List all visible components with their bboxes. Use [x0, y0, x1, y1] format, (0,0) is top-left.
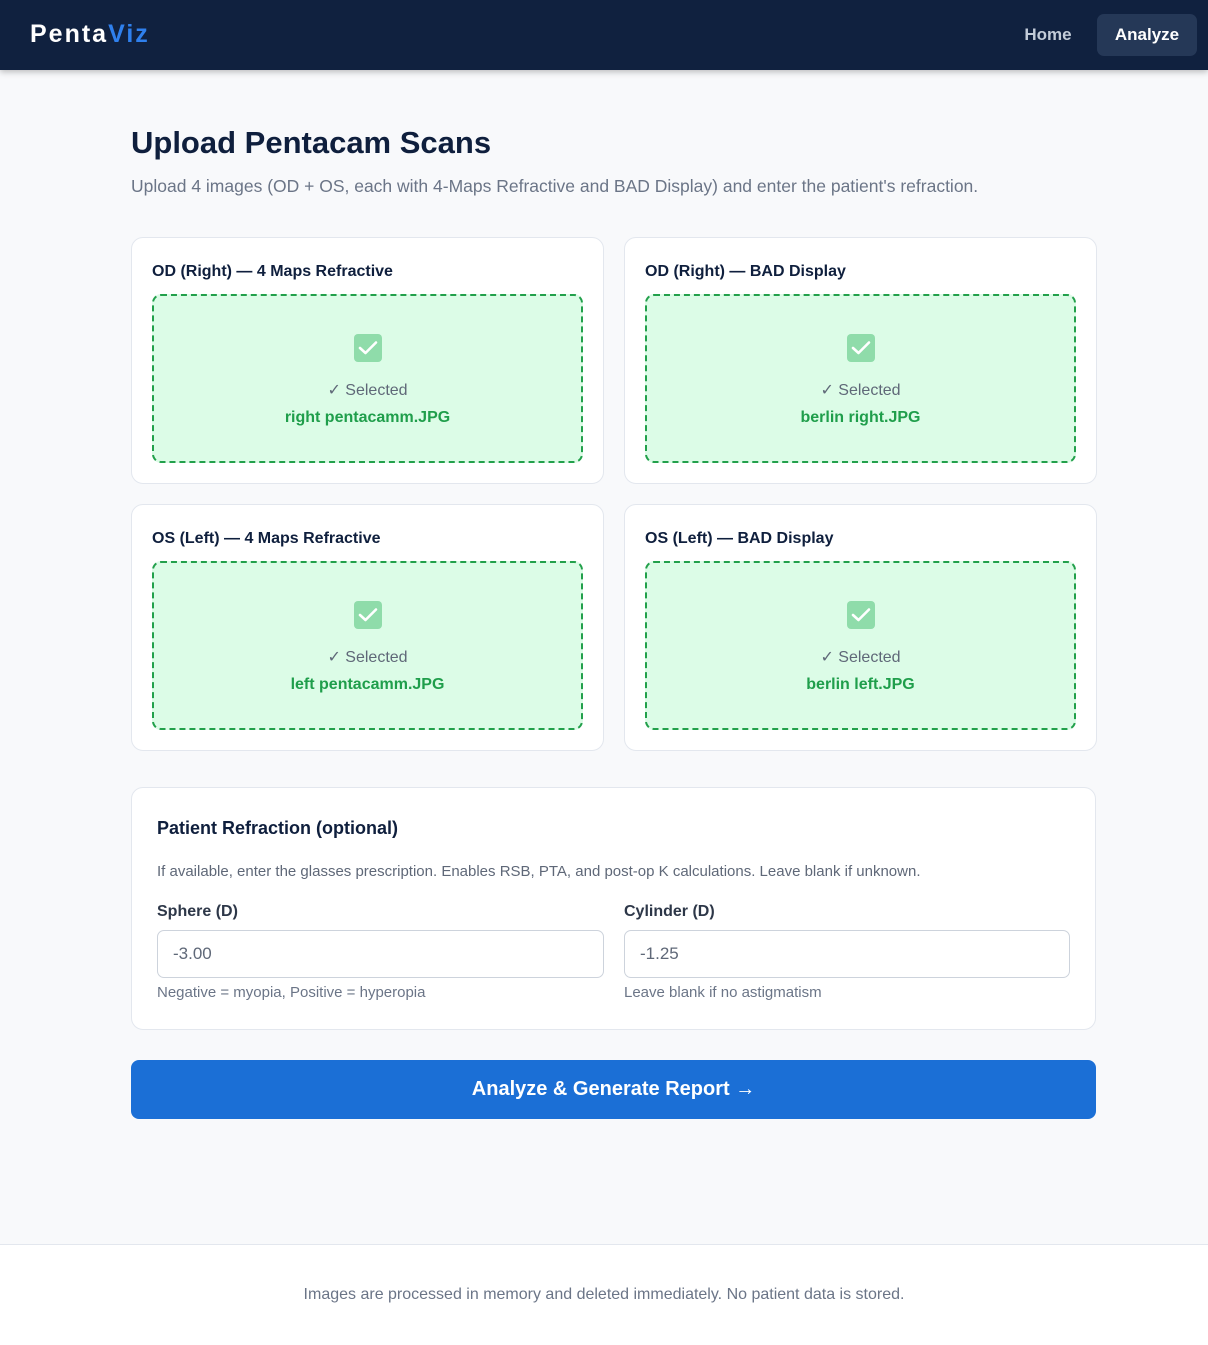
- upload-card-label: OS (Left) — 4 Maps Refractive: [152, 530, 381, 547]
- page-subtitle: Upload 4 images (OD + OS, each with 4-Ma…: [131, 176, 979, 196]
- navbar: PentaViz Home Analyze: [0, 0, 1208, 70]
- checkmark-icon: [847, 334, 875, 362]
- cylinder-hint: Leave blank if no astigmatism: [624, 984, 822, 1001]
- sphere-label: Sphere (D): [157, 903, 238, 920]
- analyze-generate-report-button[interactable]: Analyze & Generate Report →: [131, 1060, 1096, 1119]
- cylinder-input[interactable]: [624, 930, 1070, 978]
- selected-filename: berlin left.JPG: [806, 676, 915, 693]
- nav-home-link[interactable]: Home: [1006, 14, 1090, 56]
- footer-privacy-note: Images are processed in memory and delet…: [303, 1286, 905, 1303]
- brand-name-part1: Penta: [30, 20, 109, 48]
- page-title: Upload Pentacam Scans: [131, 125, 492, 160]
- checkmark-icon: [847, 601, 875, 629]
- refraction-description: If available, enter the glasses prescrip…: [157, 863, 921, 880]
- checkmark-icon: [354, 334, 382, 362]
- selected-status: ✓ Selected: [820, 649, 901, 666]
- file-dropzone[interactable]: ✓ Selected right pentacamm.JPG: [152, 294, 583, 463]
- upload-card-label: OD (Right) — BAD Display: [645, 263, 846, 280]
- checkmark-icon: [354, 601, 382, 629]
- file-dropzone[interactable]: ✓ Selected berlin right.JPG: [645, 294, 1076, 463]
- selected-filename: berlin right.JPG: [800, 409, 921, 426]
- upload-card-label: OS (Left) — BAD Display: [645, 530, 834, 547]
- selected-filename: left pentacamm.JPG: [290, 676, 445, 693]
- sphere-input[interactable]: [157, 930, 604, 978]
- file-dropzone[interactable]: ✓ Selected berlin left.JPG: [645, 561, 1076, 730]
- cylinder-label: Cylinder (D): [624, 903, 715, 920]
- footer: Images are processed in memory and delet…: [0, 1244, 1208, 1345]
- brand-logo[interactable]: PentaViz: [30, 20, 150, 49]
- nav-analyze-link[interactable]: Analyze: [1097, 14, 1197, 56]
- selected-status: ✓ Selected: [327, 382, 408, 399]
- selected-status: ✓ Selected: [327, 649, 408, 666]
- selected-filename: right pentacamm.JPG: [284, 409, 451, 426]
- upload-card-os-bad: OS (Left) — BAD Display ✓ Selected berli…: [624, 504, 1097, 751]
- upload-card-label: OD (Right) — 4 Maps Refractive: [152, 263, 393, 280]
- upload-card-os-4maps: OS (Left) — 4 Maps Refractive ✓ Selected…: [131, 504, 604, 751]
- upload-card-od-bad: OD (Right) — BAD Display ✓ Selected berl…: [624, 237, 1097, 484]
- selected-status: ✓ Selected: [820, 382, 901, 399]
- refraction-card: Patient Refraction (optional) If availab…: [131, 787, 1096, 1030]
- upload-card-od-4maps: OD (Right) — 4 Maps Refractive ✓ Selecte…: [131, 237, 604, 484]
- file-dropzone[interactable]: ✓ Selected left pentacamm.JPG: [152, 561, 583, 730]
- brand-name-part2: Viz: [108, 20, 150, 48]
- refraction-title: Patient Refraction (optional): [157, 818, 399, 838]
- sphere-hint: Negative = myopia, Positive = hyperopia: [157, 984, 426, 1001]
